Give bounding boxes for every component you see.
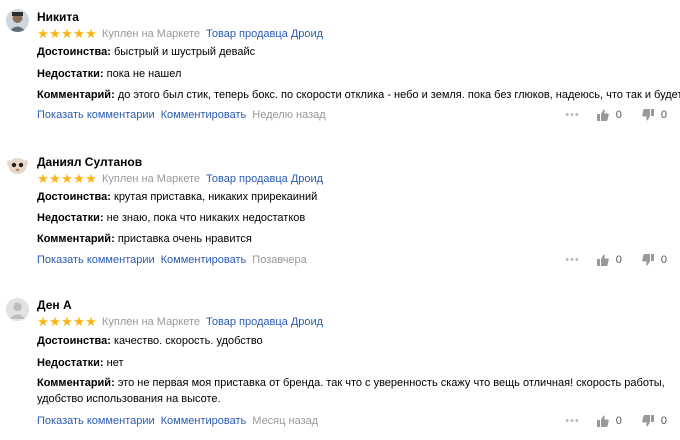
review-cons: Недостатки: не знаю, пока что никаких не…: [37, 211, 305, 225]
thumbs-down-icon[interactable]: [642, 109, 654, 121]
dislikes-count: 0: [660, 109, 667, 121]
review-author[interactable]: Ден А: [37, 298, 72, 312]
star-icon: ★: [37, 171, 49, 187]
user-avatar[interactable]: [6, 9, 29, 32]
likes-count: 0: [615, 254, 622, 266]
review-author[interactable]: Никита: [37, 10, 79, 24]
user-avatar[interactable]: [6, 154, 29, 177]
star-icon: ★: [49, 171, 61, 187]
review-meta: ★ ★ ★ ★ ★ Куплен на Маркете Товар продав…: [37, 315, 323, 329]
review-footer: Показать комментарии Комментировать Меся…: [37, 414, 669, 428]
star-icon: ★: [37, 26, 49, 42]
review-pros: Достоинства: качество. скорость. удобств…: [37, 334, 263, 348]
more-options-icon[interactable]: •••: [565, 415, 580, 427]
show-comments-link[interactable]: Показать комментарии: [37, 254, 155, 266]
cons-text: пока не нашел: [106, 68, 182, 80]
more-options-icon[interactable]: •••: [565, 109, 580, 121]
seller-link[interactable]: Товар продавца Дроид: [206, 316, 323, 328]
cons-label: Недостатки:: [37, 357, 104, 369]
thumbs-up-icon[interactable]: [596, 109, 609, 121]
review-pros: Достоинства: быстрый и шустрый девайс: [37, 45, 255, 59]
thumbs-down-icon[interactable]: [642, 415, 654, 427]
rating-stars: ★ ★ ★ ★ ★: [37, 316, 97, 329]
review-card: Даниял Султанов ★ ★ ★ ★ ★ Куплен на Марк…: [0, 153, 680, 273]
add-comment-link[interactable]: Комментировать: [161, 109, 247, 121]
star-icon: ★: [61, 171, 73, 187]
pros-label: Достоинства:: [37, 335, 111, 347]
star-icon: ★: [85, 26, 97, 42]
default-avatar-icon: [6, 298, 29, 321]
purchased-badge: Куплен на Маркете: [102, 173, 201, 185]
star-icon: ★: [73, 314, 85, 330]
review-footer: Показать комментарии Комментировать Неде…: [37, 108, 669, 122]
review-cons: Недостатки: пока не нашел: [37, 67, 181, 81]
user-avatar[interactable]: [6, 298, 29, 321]
comment-text: до этого был стик, теперь бокс. по скоро…: [117, 89, 680, 101]
pros-label: Достоинства:: [37, 46, 111, 58]
comment-label: Комментарий:: [37, 233, 115, 245]
more-options-icon[interactable]: •••: [565, 254, 580, 266]
purchased-badge: Куплен на Маркете: [102, 28, 201, 40]
pros-text: быстрый и шустрый девайс: [114, 46, 256, 58]
pros-label: Достоинства:: [37, 191, 111, 203]
star-icon: ★: [37, 314, 49, 330]
seller-link[interactable]: Товар продавца Дроид: [206, 28, 323, 40]
rating-stars: ★ ★ ★ ★ ★: [37, 173, 97, 186]
review-comment: Комментарий: до этого был стик, теперь б…: [37, 88, 680, 102]
review-meta: ★ ★ ★ ★ ★ Куплен на Маркете Товар продав…: [37, 27, 323, 41]
add-comment-link[interactable]: Комментировать: [161, 415, 247, 427]
dislikes-count: 0: [660, 415, 667, 427]
star-icon: ★: [73, 26, 85, 42]
dislikes-count: 0: [660, 254, 667, 266]
comment-text: это не первая моя приставка от бренда. т…: [37, 377, 665, 405]
seller-link[interactable]: Товар продавца Дроид: [206, 173, 323, 185]
comment-text: приставка очень нравится: [117, 233, 252, 245]
review-date: Неделю назад: [252, 109, 326, 121]
star-icon: ★: [61, 26, 73, 42]
comment-label: Комментарий:: [37, 377, 115, 389]
add-comment-link[interactable]: Комментировать: [161, 254, 247, 266]
cons-text: нет: [106, 357, 124, 369]
star-icon: ★: [61, 314, 73, 330]
thumbs-up-icon[interactable]: [596, 254, 609, 266]
review-author[interactable]: Даниял Султанов: [37, 155, 142, 169]
star-icon: ★: [49, 314, 61, 330]
review-comment: Комментарий: это не первая моя приставка…: [37, 375, 677, 407]
review-card: Никита ★ ★ ★ ★ ★ Куплен на Маркете Товар…: [0, 8, 680, 128]
review-date: Позавчера: [252, 254, 307, 266]
review-footer: Показать комментарии Комментировать Поза…: [37, 253, 669, 267]
pros-text: качество. скорость. удобство: [114, 335, 263, 347]
review-card: Ден А ★ ★ ★ ★ ★ Куплен на Маркете Товар …: [0, 296, 680, 436]
star-icon: ★: [85, 314, 97, 330]
user-photo-icon: [6, 9, 29, 32]
user-photo-icon: [6, 154, 29, 177]
review-date: Месяц назад: [252, 415, 319, 427]
star-icon: ★: [73, 171, 85, 187]
review-actions: ••• 0 0: [565, 108, 669, 122]
review-pros: Достоинства: крутая приставка, никаких п…: [37, 190, 317, 204]
pros-text: крутая приставка, никаких прирекаиний: [114, 191, 318, 203]
review-cons: Недостатки: нет: [37, 356, 124, 370]
likes-count: 0: [615, 109, 622, 121]
star-icon: ★: [49, 26, 61, 42]
thumbs-down-icon[interactable]: [642, 254, 654, 266]
show-comments-link[interactable]: Показать комментарии: [37, 109, 155, 121]
likes-count: 0: [615, 415, 622, 427]
review-meta: ★ ★ ★ ★ ★ Куплен на Маркете Товар продав…: [37, 172, 323, 186]
rating-stars: ★ ★ ★ ★ ★: [37, 28, 97, 41]
thumbs-up-icon[interactable]: [596, 415, 609, 427]
review-actions: ••• 0 0: [565, 414, 669, 428]
review-actions: ••• 0 0: [565, 253, 669, 267]
star-icon: ★: [85, 171, 97, 187]
review-comment: Комментарий: приставка очень нравится: [37, 232, 252, 246]
comment-label: Комментарий:: [37, 89, 115, 101]
purchased-badge: Куплен на Маркете: [102, 316, 201, 328]
cons-label: Недостатки:: [37, 68, 104, 80]
cons-label: Недостатки:: [37, 212, 104, 224]
cons-text: не знаю, пока что никаких недостатков: [106, 212, 306, 224]
show-comments-link[interactable]: Показать комментарии: [37, 415, 155, 427]
